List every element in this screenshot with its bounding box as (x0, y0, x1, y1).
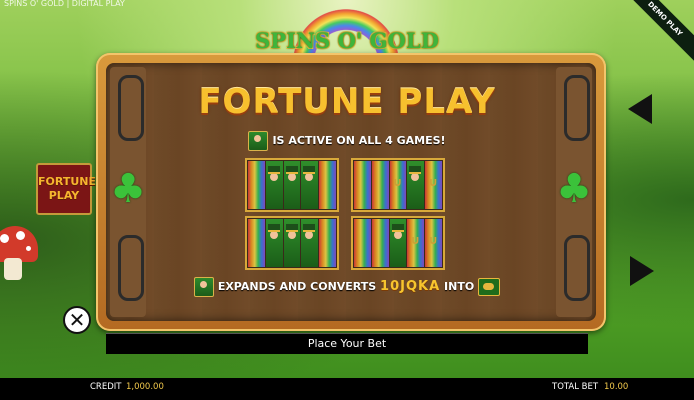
reel-horseshoe (389, 161, 407, 209)
reel (371, 161, 389, 209)
leprechaun-icon (248, 131, 269, 151)
royals-symbols: 10JQKA (380, 279, 441, 294)
reel (248, 219, 265, 267)
reel-leprechaun (301, 219, 319, 267)
fortune-play-title: FORTUNE PLAY (198, 82, 496, 122)
reel-horseshoe (425, 161, 442, 209)
reel (319, 161, 336, 209)
reel-horseshoe (425, 219, 442, 267)
reel-leprechaun (407, 161, 425, 209)
example-grid (351, 158, 445, 212)
reel-horseshoe (407, 219, 425, 267)
reel-leprechaun (283, 161, 301, 209)
close-icon[interactable]: ✕ (63, 306, 91, 334)
reel (354, 161, 371, 209)
place-bet-bar[interactable]: Place Your Bet (106, 333, 588, 354)
example-grid (245, 216, 339, 270)
window-title: SPINS O' GOLD | DIGITAL PLAY (4, 0, 125, 8)
active-text: IS ACTIVE ON ALL 4 GAMES! (272, 134, 446, 147)
reel (248, 161, 265, 209)
clover-icon: ♣ (556, 166, 592, 212)
reel (354, 219, 371, 267)
reel (319, 219, 336, 267)
reel-leprechaun (265, 219, 283, 267)
reel-leprechaun (301, 161, 319, 209)
total-bet-value: 10.00 (604, 382, 629, 392)
arrow-right-icon[interactable] (630, 256, 654, 286)
expands-text: EXPANDS AND CONVERTS (217, 280, 377, 293)
footer-bar: CREDIT 1,000.00 TOTAL BET 10.00 (0, 378, 694, 400)
leprechaun-icon (193, 277, 214, 297)
arrow-left-icon[interactable] (628, 94, 652, 124)
expands-converts-text: EXPANDS AND CONVERTS 10JQKA INTO (0, 277, 694, 297)
active-on-all-games-text: IS ACTIVE ON ALL 4 GAMES! (0, 131, 694, 151)
credit-label: CREDIT (90, 382, 122, 392)
reel-leprechaun (283, 219, 301, 267)
example-grid (351, 216, 445, 270)
example-grid (245, 158, 339, 212)
reel (371, 219, 389, 267)
reel-leprechaun (265, 161, 283, 209)
clover-icon: ♣ (110, 166, 146, 212)
reel-leprechaun (389, 219, 407, 267)
pot-of-gold-icon (478, 278, 501, 296)
game-logo: SPINS O' GOLD (255, 28, 439, 53)
credit-value: 1,000.00 (126, 382, 164, 392)
fortune-play-button[interactable]: FORTUNE PLAY (36, 163, 96, 215)
into-text: INTO (444, 280, 475, 293)
total-bet-label: TOTAL BET (552, 382, 599, 392)
